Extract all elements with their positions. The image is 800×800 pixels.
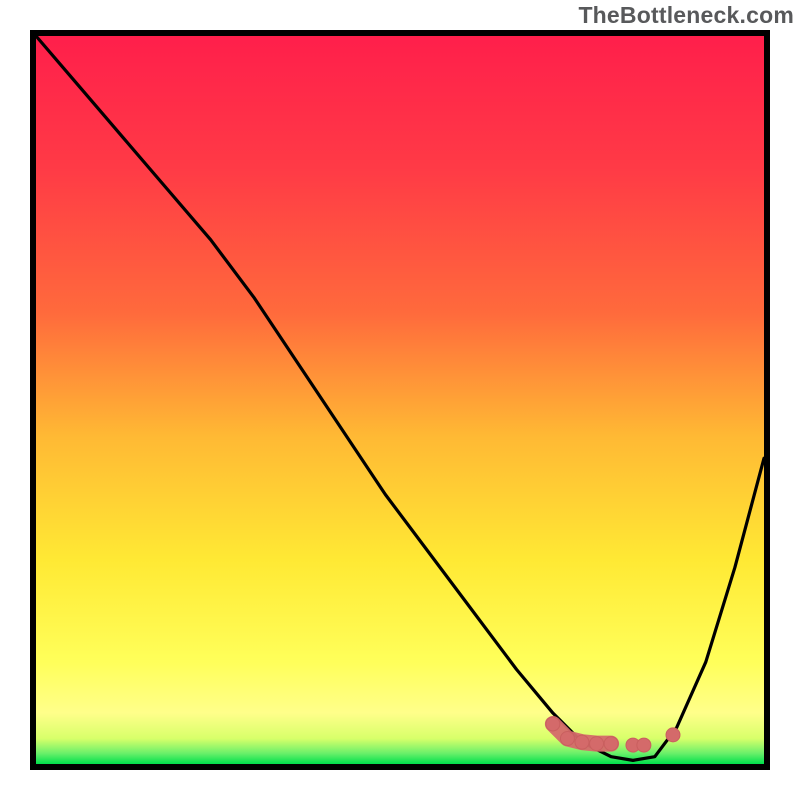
marker-cluster-start xyxy=(546,717,560,731)
marker-cluster-d xyxy=(604,737,618,751)
marker-cluster-b xyxy=(575,735,589,749)
chart-container: TheBottleneck.com xyxy=(0,0,800,800)
marker-isolated-2 xyxy=(637,738,651,752)
marker-isolated-3 xyxy=(666,728,680,742)
chart-svg xyxy=(0,0,800,800)
plot-background xyxy=(36,36,764,764)
watermark-text: TheBottleneck.com xyxy=(578,2,794,29)
marker-cluster-c xyxy=(590,737,604,751)
marker-cluster-a xyxy=(560,732,574,746)
